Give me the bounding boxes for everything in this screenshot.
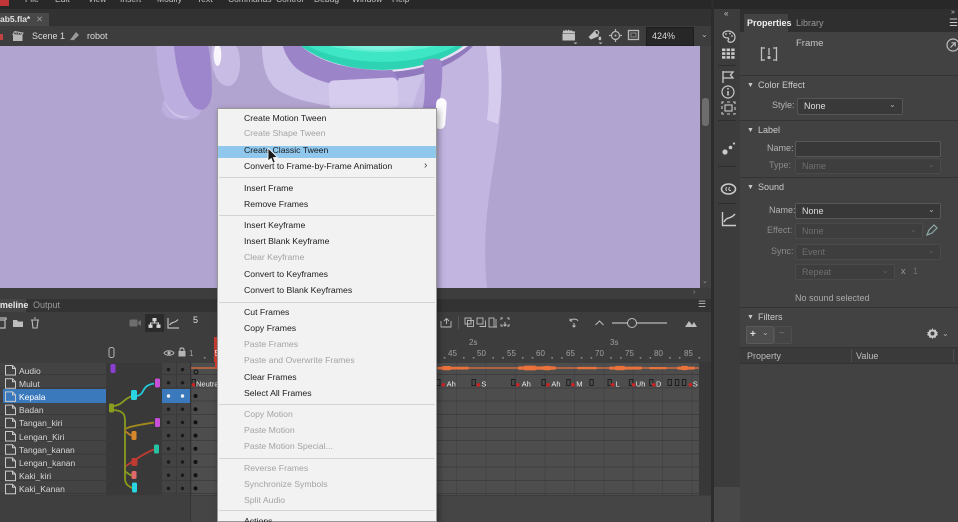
svg-text:D: D — [656, 380, 662, 389]
svg-text:Ah: Ah — [551, 380, 560, 389]
svg-text:L: L — [616, 380, 620, 389]
svg-text:Uh: Uh — [636, 380, 646, 389]
svg-text:S: S — [693, 380, 698, 389]
svg-text:Ah: Ah — [447, 380, 456, 389]
svg-text:Ah: Ah — [522, 380, 531, 389]
svg-text:S: S — [481, 380, 486, 389]
svg-text:M: M — [576, 380, 582, 389]
